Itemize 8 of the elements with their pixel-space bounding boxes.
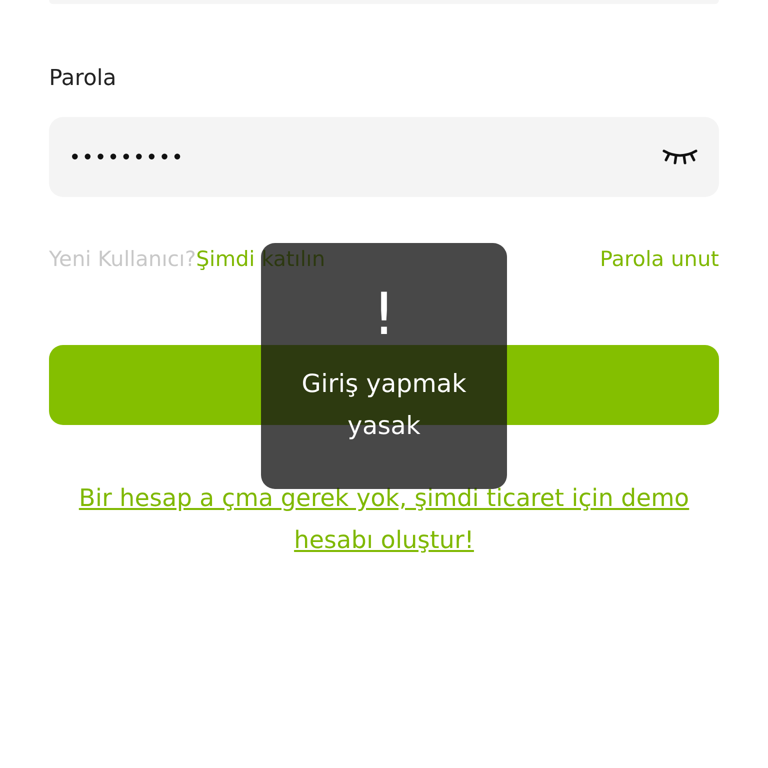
- toast-message: Giriş yapmak yasak: [300, 368, 468, 442]
- demo-account-link[interactable]: Bir hesap a çma gerek yok, şimdi ticaret için demo hesabı oluştur!: [49, 477, 719, 561]
- exclamation-icon: !: [372, 279, 396, 349]
- password-field[interactable]: •••••••••: [49, 117, 719, 197]
- closed-eye-icon[interactable]: [661, 148, 699, 166]
- join-link[interactable]: Şimdi katılın: [196, 247, 326, 271]
- forgot-password-link[interactable]: Parola unut: [600, 247, 719, 271]
- field-label: Parola: [49, 66, 118, 93]
